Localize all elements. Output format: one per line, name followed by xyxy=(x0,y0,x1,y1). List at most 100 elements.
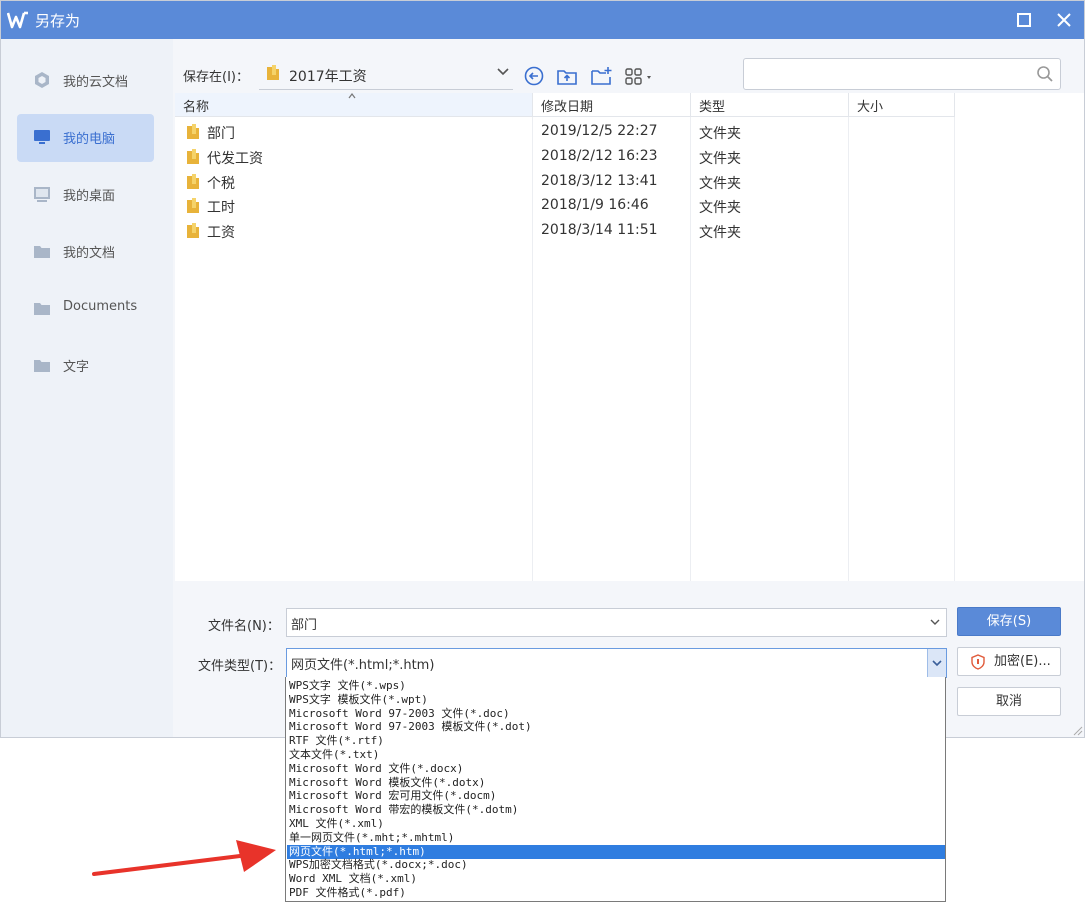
sidebar-item-my-computer[interactable]: 我的电脑 xyxy=(17,114,154,162)
column-header-name[interactable]: 名称 xyxy=(175,93,533,117)
filetype-select[interactable]: 网页文件(*.html;*.htm) xyxy=(286,648,947,678)
filename-label: 文件名(N)： xyxy=(208,619,280,634)
folder-icon xyxy=(187,124,199,139)
filetype-option[interactable]: 网页文件(*.html;*.htm) xyxy=(287,844,945,859)
file-name: 代发工资 xyxy=(207,151,263,167)
table-row[interactable]: 个税 2018/3/12 13:41 文件夹 xyxy=(175,169,1084,193)
filetype-option[interactable]: Word XML 文档(*.xml) xyxy=(287,872,945,886)
filetype-option[interactable]: 单一网页文件(*.mht;*.mhtml) xyxy=(287,831,945,845)
file-type: 文件夹 xyxy=(699,200,741,216)
filetype-option[interactable]: Microsoft Word 97-2003 模板文件(*.dot) xyxy=(287,720,945,734)
file-name: 个税 xyxy=(207,176,235,192)
folder-icon xyxy=(34,246,50,258)
filetype-dropdown-button[interactable] xyxy=(927,649,946,677)
filetype-option[interactable]: Microsoft Word 模板文件(*.dotx) xyxy=(287,776,945,790)
column-header-label: 类型 xyxy=(699,100,726,115)
sidebar-item-my-documents[interactable]: 我的文档 xyxy=(17,228,154,276)
cancel-button[interactable]: 取消 xyxy=(957,687,1061,716)
sort-up-icon xyxy=(348,93,356,99)
sidebar-item-label: 我的文档 xyxy=(63,246,116,261)
table-row[interactable]: 代发工资 2018/2/12 16:23 文件夹 xyxy=(175,144,1084,168)
sidebar: 我的云文档 我的电脑 我的桌面 我的文档 Documents 文字 xyxy=(1,39,173,737)
shield-icon xyxy=(971,654,985,670)
folder-icon xyxy=(187,198,199,213)
column-header-label: 大小 xyxy=(857,100,884,115)
search-input[interactable] xyxy=(743,58,1061,90)
save-button[interactable]: 保存(S) xyxy=(957,607,1061,636)
back-icon[interactable] xyxy=(523,65,545,87)
current-path: 2017年工资 xyxy=(289,69,367,85)
filetype-option[interactable]: 文本文件(*.txt) xyxy=(287,748,945,762)
sidebar-item-documents[interactable]: Documents xyxy=(17,285,154,333)
view-mode-icon[interactable] xyxy=(624,65,654,87)
column-header-modified[interactable]: 修改日期 xyxy=(533,93,691,117)
filetype-option[interactable]: Microsoft Word 97-2003 文件(*.doc) xyxy=(287,707,945,721)
folder-icon xyxy=(34,360,50,372)
table-row[interactable]: 部门 2019/12/5 22:27 文件夹 xyxy=(175,119,1084,143)
file-type: 文件夹 xyxy=(699,151,741,167)
sidebar-item-text[interactable]: 文字 xyxy=(17,342,154,390)
window-title: 另存为 xyxy=(35,12,81,30)
file-type: 文件夹 xyxy=(699,225,741,241)
filetype-label: 文件类型(T)： xyxy=(198,659,282,674)
filetype-value: 网页文件(*.html;*.htm) xyxy=(291,658,435,673)
column-header-label: 名称 xyxy=(183,100,210,115)
file-type: 文件夹 xyxy=(699,126,741,142)
filetype-option[interactable]: WPS文字 文件(*.wps) xyxy=(287,679,945,693)
chevron-down-icon xyxy=(497,68,509,76)
filetype-option[interactable]: RTF 文件(*.rtf) xyxy=(287,734,945,748)
close-icon[interactable] xyxy=(1053,9,1075,31)
column-header-size[interactable]: 大小 xyxy=(849,93,955,117)
column-header-label: 修改日期 xyxy=(541,100,594,115)
filetype-option[interactable]: Microsoft Word 文件(*.docx) xyxy=(287,762,945,776)
file-name: 部门 xyxy=(207,126,235,142)
filetype-option[interactable]: XML 文件(*.xml) xyxy=(287,817,945,831)
table-row[interactable]: 工资 2018/3/14 11:51 文件夹 xyxy=(175,218,1084,242)
folder-icon xyxy=(187,174,199,189)
filetype-option[interactable]: Microsoft Word 带宏的模板文件(*.dotm) xyxy=(287,803,945,817)
cloud-docs-icon xyxy=(35,72,49,88)
sidebar-item-cloud-docs[interactable]: 我的云文档 xyxy=(17,57,154,105)
sidebar-item-label: 我的云文档 xyxy=(63,75,129,90)
encrypt-button[interactable]: 加密(E)... xyxy=(957,647,1061,676)
title-bar[interactable]: 另存为 xyxy=(1,1,1084,39)
sidebar-item-desktop[interactable]: 我的桌面 xyxy=(17,171,154,219)
save-in-label: 保存在(I)： xyxy=(183,70,249,85)
maximize-icon[interactable] xyxy=(1013,9,1035,31)
encrypt-label: 加密(E)... xyxy=(994,654,1051,669)
file-modified: 2019/12/5 22:27 xyxy=(541,123,658,139)
filetype-option[interactable]: WPS文字 模板文件(*.wpt) xyxy=(287,693,945,707)
search-icon[interactable] xyxy=(1036,65,1054,83)
file-modified: 2018/2/12 16:23 xyxy=(541,148,658,164)
file-modified: 2018/3/14 11:51 xyxy=(541,222,658,238)
sidebar-item-label: 我的桌面 xyxy=(63,189,116,204)
folder-icon xyxy=(187,149,199,164)
filetype-option[interactable]: PDF 文件格式(*.pdf) xyxy=(287,886,945,900)
filename-field[interactable]: 部门 xyxy=(286,608,947,637)
file-name: 工时 xyxy=(207,200,235,216)
sidebar-item-label: 我的电脑 xyxy=(63,132,116,147)
resize-grip-icon[interactable] xyxy=(1071,724,1083,736)
file-modified: 2018/3/12 13:41 xyxy=(541,173,658,189)
wps-logo-icon xyxy=(7,11,28,29)
red-arrow-annotation xyxy=(92,840,276,876)
sidebar-item-label: Documents xyxy=(63,299,138,314)
filetype-option[interactable]: Microsoft Word 宏可用文件(*.docm) xyxy=(287,789,945,803)
filetype-option[interactable]: WPS加密文档格式(*.docx;*.doc) xyxy=(287,858,945,872)
filetype-options-list[interactable]: WPS文字 文件(*.wps) WPS文字 模板文件(*.wpt) Microsof… xyxy=(285,677,946,902)
folder-icon xyxy=(187,223,199,238)
sidebar-item-label: 文字 xyxy=(63,360,90,375)
table-row[interactable]: 工时 2018/1/9 16:46 文件夹 xyxy=(175,193,1084,217)
folder-icon xyxy=(34,303,50,315)
parent-folder-icon[interactable] xyxy=(556,65,578,87)
folder-icon xyxy=(267,65,279,80)
column-header-type[interactable]: 类型 xyxy=(691,93,849,117)
location-dropdown[interactable]: 2017年工资 xyxy=(259,59,513,90)
filename-value: 部门 xyxy=(291,618,318,633)
new-folder-icon[interactable] xyxy=(590,65,612,87)
desktop-icon xyxy=(34,187,50,202)
computer-icon xyxy=(34,130,50,144)
save-as-dialog: 另存为 我的云文档 我的电脑 我的桌面 我的文档 Documents 文字 保存… xyxy=(0,0,1085,738)
chevron-down-icon[interactable] xyxy=(930,618,940,626)
file-list[interactable]: 名称 修改日期 类型 大小 部门 2019/12/5 22:27 文件夹 代发工… xyxy=(175,93,1084,581)
